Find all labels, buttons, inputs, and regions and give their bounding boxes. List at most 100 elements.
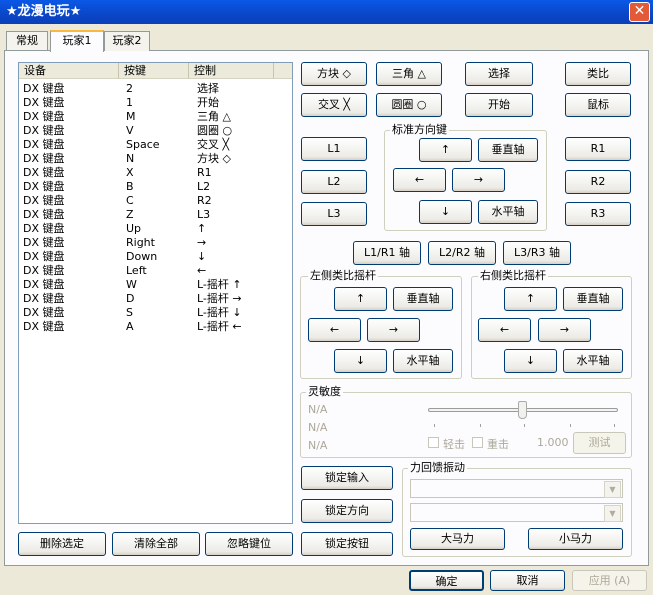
start-button[interactable]: 开始: [465, 93, 533, 117]
left-stick-horizontal-axis-button[interactable]: 水平轴: [393, 349, 453, 373]
test-button[interactable]: 测试: [573, 432, 626, 454]
mouse-button[interactable]: 鼠标: [565, 93, 631, 117]
list-item-device: DX 键盘: [23, 292, 65, 305]
column-header-key[interactable]: 按键: [119, 63, 189, 79]
list-item[interactable]: DX 键盘 Right →: [19, 236, 292, 250]
column-header-control[interactable]: 控制: [189, 63, 274, 79]
apply-button[interactable]: 应用 (A): [572, 570, 647, 591]
list-item-device: DX 键盘: [23, 180, 65, 193]
ok-button[interactable]: 确定: [409, 570, 484, 591]
dpad-group-label: 标准方向键: [390, 123, 449, 136]
list-item-device: DX 键盘: [23, 152, 65, 165]
list-item-key: N: [126, 152, 135, 165]
column-header-device[interactable]: 设备: [19, 63, 119, 79]
tab-player2[interactable]: 玩家2: [104, 31, 150, 51]
heavy-tap-checkbox[interactable]: [472, 437, 483, 448]
list-item-control: L-摇杆 →: [197, 292, 242, 305]
dpad-up-button[interactable]: ↑: [419, 138, 472, 162]
list-item[interactable]: DX 键盘 C R2: [19, 194, 292, 208]
force-feedback-combo-1[interactable]: ▼: [410, 479, 623, 498]
clear-all-button[interactable]: 清除全部: [112, 532, 200, 556]
ignore-key-button[interactable]: 忽略键位: [205, 532, 293, 556]
dpad-left-button[interactable]: ←: [393, 168, 446, 192]
lock-direction-button[interactable]: 锁定方向: [301, 499, 393, 523]
left-stick-right-button[interactable]: →: [367, 318, 420, 342]
list-item[interactable]: DX 键盘 N 方块 ◇: [19, 152, 292, 166]
r3-button[interactable]: R3: [565, 202, 631, 226]
window-title: ★龙漫电玩★: [6, 4, 82, 19]
lock-button-button[interactable]: 锁定按钮: [301, 532, 393, 556]
force-feedback-combo-2[interactable]: ▼: [410, 503, 623, 522]
cancel-button[interactable]: 取消: [490, 570, 565, 591]
l3r3-axis-button[interactable]: L3/R3 轴: [503, 241, 571, 265]
left-stick-left-button[interactable]: ←: [308, 318, 361, 342]
delete-selected-button[interactable]: 删除选定: [18, 532, 106, 556]
left-stick-up-button[interactable]: ↑: [334, 287, 387, 311]
tab-player1[interactable]: 玩家1: [50, 30, 104, 52]
list-item[interactable]: DX 键盘 Space 交叉 ╳: [19, 138, 292, 152]
right-stick-vertical-axis-button[interactable]: 垂直轴: [563, 287, 623, 311]
dpad-down-button[interactable]: ↓: [419, 200, 472, 224]
analog-button[interactable]: 类比: [565, 62, 631, 86]
l2-button[interactable]: L2: [301, 170, 367, 194]
sensitivity-slider-thumb[interactable]: [518, 401, 527, 419]
cross-button[interactable]: 交叉 ╳: [301, 93, 367, 117]
list-item-device: DX 键盘: [23, 208, 65, 221]
list-item[interactable]: DX 键盘 Left ←: [19, 264, 292, 278]
list-item[interactable]: DX 键盘 D L-摇杆 →: [19, 292, 292, 306]
list-item-device: DX 键盘: [23, 194, 65, 207]
close-button[interactable]: ✕: [629, 2, 650, 22]
list-item-key: Left: [126, 264, 147, 277]
list-item[interactable]: DX 键盘 A L-摇杆 ←: [19, 320, 292, 334]
list-item[interactable]: DX 键盘 S L-摇杆 ↓: [19, 306, 292, 320]
l3-button[interactable]: L3: [301, 202, 367, 226]
lock-input-button[interactable]: 锁定输入: [301, 466, 393, 490]
slider-tick: [480, 424, 481, 427]
dpad-horizontal-axis-button[interactable]: 水平轴: [478, 200, 538, 224]
list-item-control: L3: [197, 208, 211, 221]
list-item[interactable]: DX 键盘 Down ↓: [19, 250, 292, 264]
right-stick-down-button[interactable]: ↓: [504, 349, 557, 373]
l1r1-axis-button[interactable]: L1/R1 轴: [353, 241, 421, 265]
list-item[interactable]: DX 键盘 Z L3: [19, 208, 292, 222]
list-item[interactable]: DX 键盘 V 圆圈 ○: [19, 124, 292, 138]
right-stick-left-button[interactable]: ←: [478, 318, 531, 342]
list-item[interactable]: DX 键盘 2 选择: [19, 82, 292, 96]
big-motor-button[interactable]: 大马力: [410, 528, 505, 550]
list-item-device: DX 键盘: [23, 320, 65, 333]
circle-button[interactable]: 圆圈 ○: [376, 93, 442, 117]
r2-button[interactable]: R2: [565, 170, 631, 194]
dpad-vertical-axis-button[interactable]: 垂直轴: [478, 138, 538, 162]
r1-button[interactable]: R1: [565, 137, 631, 161]
list-item[interactable]: DX 键盘 W L-摇杆 ↑: [19, 278, 292, 292]
dpad-right-button[interactable]: →: [452, 168, 505, 192]
select-button[interactable]: 选择: [465, 62, 533, 86]
sensitivity-na-3: N/A: [308, 439, 328, 452]
list-item-control: ↑: [197, 222, 207, 235]
list-item-control: ↓: [197, 250, 207, 263]
triangle-button[interactable]: 三角 △: [376, 62, 442, 86]
l1-button[interactable]: L1: [301, 137, 367, 161]
list-item[interactable]: DX 键盘 X R1: [19, 166, 292, 180]
small-motor-button[interactable]: 小马力: [528, 528, 623, 550]
right-stick-horizontal-axis-button[interactable]: 水平轴: [563, 349, 623, 373]
l2r2-axis-button[interactable]: L2/R2 轴: [428, 241, 496, 265]
list-item-device: DX 键盘: [23, 166, 65, 179]
light-tap-checkbox[interactable]: [428, 437, 439, 448]
list-item[interactable]: DX 键盘 M 三角 △: [19, 110, 292, 124]
list-item-device: DX 键盘: [23, 264, 65, 277]
left-stick-down-button[interactable]: ↓: [334, 349, 387, 373]
list-item[interactable]: DX 键盘 1 开始: [19, 96, 292, 110]
right-stick-right-button[interactable]: →: [538, 318, 591, 342]
sensitivity-group-label: 灵敏度: [306, 385, 343, 398]
list-item[interactable]: DX 键盘 B L2: [19, 180, 292, 194]
left-stick-vertical-axis-button[interactable]: 垂直轴: [393, 287, 453, 311]
list-item-key: X: [126, 166, 134, 179]
right-stick-up-button[interactable]: ↑: [504, 287, 557, 311]
tab-general[interactable]: 常规: [6, 31, 48, 51]
chevron-down-icon[interactable]: ▼: [604, 481, 621, 498]
chevron-down-icon[interactable]: ▼: [604, 505, 621, 522]
mapping-list[interactable]: 设备 按键 控制 DX 键盘 2 选择 DX 键盘 1 开始 DX 键盘 M 三角 △ DX 键盘…: [18, 62, 293, 524]
list-item[interactable]: DX 键盘 Up ↑: [19, 222, 292, 236]
square-button[interactable]: 方块 ◇: [301, 62, 367, 86]
